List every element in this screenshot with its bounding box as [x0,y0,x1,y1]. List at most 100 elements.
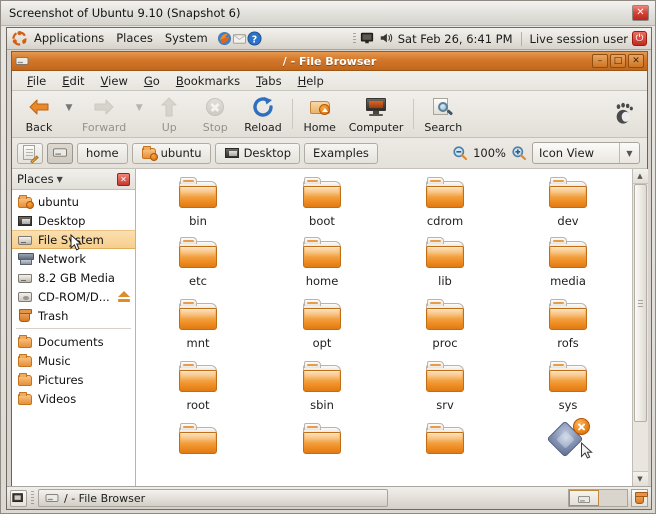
window-titlebar[interactable]: / - File Browser – □ ✕ [12,52,647,71]
sidebar-item-videos[interactable]: Videos [12,389,135,408]
up-button[interactable]: Up [146,93,192,136]
close-button[interactable]: ✕ [628,54,644,68]
menu-go[interactable]: Go [137,72,167,90]
menu-tabs[interactable]: Tabs [249,72,288,90]
file-item[interactable]: lib [389,237,501,288]
sidebar-item-cdrom[interactable]: CD-ROM/D... [12,287,135,306]
arrow-right-icon [92,95,116,119]
taskbar-window-button[interactable]: / - File Browser [38,489,388,507]
scroll-down-button[interactable]: ▼ [632,471,648,486]
volume-icon[interactable] [379,31,394,46]
sidebar-item-file-system[interactable]: File System [12,230,135,251]
panel-menu-applications[interactable]: Applications [28,28,110,49]
maximize-button[interactable]: □ [610,54,626,68]
menu-edit[interactable]: Edit [55,72,91,90]
display-icon[interactable] [360,31,375,46]
panel-user-menu[interactable]: Live session user [520,31,628,46]
sidebar-item-music[interactable]: Music [12,351,135,370]
forward-button[interactable]: Forward [76,93,132,136]
scroll-up-button[interactable]: ▲ [632,169,648,184]
breadcrumb-home[interactable]: home [77,142,128,164]
menu-view[interactable]: View [94,72,135,90]
workspace-1[interactable] [569,490,599,506]
file-item[interactable]: sys [512,361,624,412]
vertical-scrollbar[interactable]: ▲ ▼ [632,169,648,486]
ubuntu-logo-icon[interactable] [12,31,27,46]
scrollbar-track[interactable] [632,184,648,471]
sidebar-close-button[interactable]: ✕ [117,172,130,186]
sidebar-header[interactable]: Places ▼ ✕ [12,169,135,190]
show-desktop-button[interactable] [10,489,27,507]
file-item[interactable]: bin [142,177,254,228]
stop-button[interactable]: Stop [192,93,238,136]
file-item[interactable]: home [266,237,378,288]
panel-clock[interactable]: Sat Feb 26, 6:41 PM [398,32,513,46]
breadcrumb-examples[interactable]: Examples [304,142,378,164]
search-button[interactable]: Search [418,93,468,136]
file-item[interactable]: media [512,237,624,288]
view-mode-select[interactable]: Icon View ▼ [532,142,640,164]
file-icon-view[interactable]: bin boot cdrom dev etc home lib media mn… [136,169,632,486]
file-item[interactable]: rofs [512,299,624,350]
drive-icon [15,55,29,67]
zoom-in-icon[interactable] [511,145,527,161]
breadcrumb-ubuntu[interactable]: ubuntu [131,142,211,164]
file-item-broken-link[interactable] [512,418,624,459]
forward-history-arrow[interactable]: ▼ [132,103,146,113]
file-item-label: rofs [557,336,579,350]
outer-close-button[interactable]: ✕ [632,5,649,21]
edit-location-button[interactable] [17,142,43,164]
sidebar-item-media[interactable]: 8.2 GB Media [12,268,135,287]
minimize-button[interactable]: – [592,54,608,68]
trash-button[interactable] [631,489,648,507]
eject-icon[interactable] [117,291,130,302]
shutdown-button[interactable]: ⏻ [632,31,647,46]
file-item[interactable]: dev [512,177,624,228]
file-item[interactable]: root [142,361,254,412]
file-item[interactable]: boot [266,177,378,228]
back-history-arrow[interactable]: ▼ [62,103,76,113]
file-item[interactable] [142,423,254,456]
file-item[interactable]: mnt [142,299,254,350]
home-button[interactable]: Home [297,93,343,136]
panel-menu-places[interactable]: Places [110,28,159,49]
breadcrumb-desktop[interactable]: Desktop [214,142,301,164]
sidebar-label: File System [38,232,104,247]
svg-text:?: ? [252,34,257,45]
zoom-out-icon[interactable] [452,145,468,161]
file-item[interactable]: opt [266,299,378,350]
back-button[interactable]: Back [16,93,62,136]
workspace-2[interactable] [599,490,627,506]
file-item[interactable]: cdrom [389,177,501,228]
file-item[interactable] [266,423,378,456]
menu-file[interactable]: FFileile [20,72,53,90]
taskbar-grip [31,491,34,505]
file-item[interactable] [389,423,501,456]
sidebar-item-documents[interactable]: Documents [12,332,135,351]
sidebar-item-network[interactable]: Network [12,249,135,268]
sidebar-item-trash[interactable]: Trash [12,306,135,325]
sidebar-item-pictures[interactable]: Pictures [12,370,135,389]
menu-bookmarks[interactable]: Bookmarks [169,72,247,90]
computer-button[interactable]: Computer [343,93,410,136]
help-icon[interactable]: ? [247,31,262,46]
sidebar-item-ubuntu[interactable]: ubuntu [12,192,135,211]
breadcrumb-ubuntu-label: ubuntu [160,146,202,160]
sidebar-item-desktop[interactable]: Desktop [12,211,135,230]
file-item[interactable]: etc [142,237,254,288]
mail-icon[interactable] [232,31,247,46]
chevron-down-icon[interactable]: ▼ [57,175,63,184]
broken-link-icon [546,418,590,458]
scrollbar-thumb[interactable] [633,184,647,422]
breadcrumb-root[interactable] [47,142,73,164]
file-item[interactable]: srv [389,361,501,412]
firefox-icon[interactable] [217,31,232,46]
menu-help[interactable]: Help [291,72,331,90]
file-item[interactable]: proc [389,299,501,350]
folder-icon [178,177,218,210]
sidebar-label: Pictures [38,372,84,387]
file-item[interactable]: sbin [266,361,378,412]
workspace-switcher[interactable] [568,489,628,507]
panel-menu-system[interactable]: System [159,28,214,49]
reload-button[interactable]: Reload [238,93,287,136]
